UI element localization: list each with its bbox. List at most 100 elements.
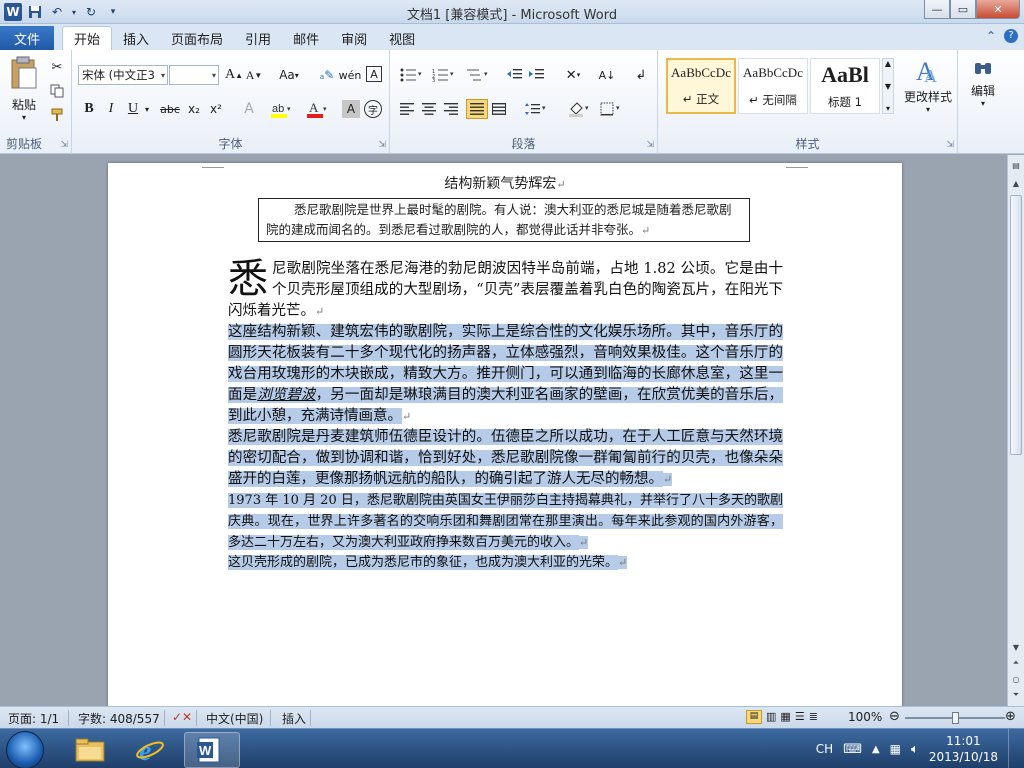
tab-references[interactable]: 引用 bbox=[234, 26, 282, 50]
zoom-slider-knob[interactable] bbox=[952, 712, 959, 724]
copy-icon[interactable] bbox=[48, 82, 66, 100]
page-count[interactable]: 页面: 1/1 bbox=[8, 710, 59, 727]
previous-page-icon[interactable]: ⏶ bbox=[1010, 657, 1022, 669]
change-case-button[interactable]: Aa ▾ bbox=[276, 66, 302, 84]
decrease-indent-icon[interactable] bbox=[506, 66, 524, 84]
italic-button[interactable]: I bbox=[102, 100, 120, 118]
zoom-in-icon[interactable]: ⊕ bbox=[1005, 709, 1016, 724]
align-right-icon[interactable] bbox=[442, 100, 460, 118]
explorer-icon[interactable] bbox=[62, 732, 118, 768]
editing-dropdown-icon[interactable]: ▾ bbox=[981, 99, 985, 108]
web-layout-view-icon[interactable]: ▦ bbox=[780, 710, 790, 724]
clipboard-launcher-icon[interactable]: ⇲ bbox=[60, 140, 68, 150]
font-name-dropdown-icon[interactable]: ▾ bbox=[161, 71, 165, 80]
clear-formatting-icon[interactable]: ₐ✎ bbox=[318, 66, 336, 84]
sort-icon[interactable]: A↓ bbox=[598, 66, 616, 84]
word-count[interactable]: 字数: 408/557 bbox=[78, 710, 160, 727]
tab-insert[interactable]: 插入 bbox=[112, 26, 160, 50]
underline-button[interactable]: U bbox=[124, 100, 142, 118]
font-size-dropdown-icon[interactable]: ▾ bbox=[212, 71, 216, 80]
proofing-icon[interactable]: ✓✕ bbox=[172, 710, 192, 724]
style-no-spacing[interactable]: AaBbCcDc ↵ 无间隔 bbox=[738, 58, 808, 114]
scroll-thumb[interactable] bbox=[1010, 195, 1022, 455]
zoom-slider[interactable] bbox=[905, 712, 1005, 724]
align-left-icon[interactable] bbox=[398, 100, 416, 118]
volume-icon[interactable]: 🔈︎ bbox=[911, 742, 919, 757]
scroll-up-icon[interactable]: ▲ bbox=[1010, 177, 1022, 189]
start-button[interactable] bbox=[6, 731, 44, 768]
minimize-button[interactable]: — bbox=[924, 0, 950, 19]
underline-dropdown-icon[interactable]: ▾ bbox=[142, 100, 152, 118]
style-heading-1[interactable]: AaBl 标题 1 bbox=[810, 58, 880, 114]
change-styles-button[interactable]: AA 更改样式 ▾ bbox=[898, 56, 958, 114]
character-border-icon[interactable]: A bbox=[366, 66, 382, 82]
align-center-icon[interactable] bbox=[420, 100, 438, 118]
styles-launcher-icon[interactable]: ⇲ bbox=[946, 140, 954, 150]
save-icon[interactable] bbox=[26, 4, 44, 21]
tab-review[interactable]: 审阅 bbox=[330, 26, 378, 50]
draft-view-icon[interactable]: ≣ bbox=[809, 710, 818, 724]
increase-indent-icon[interactable] bbox=[528, 66, 546, 84]
format-painter-icon[interactable] bbox=[48, 106, 66, 124]
scroll-down-icon[interactable]: ▼ bbox=[1010, 641, 1022, 653]
undo-icon[interactable]: ↶ bbox=[48, 4, 66, 21]
tab-home[interactable]: 开始 bbox=[62, 26, 113, 50]
font-name-combo[interactable]: 宋体 (中文正3 ▾ bbox=[78, 65, 168, 85]
ruler-toggle-icon[interactable]: ▤ bbox=[1010, 159, 1022, 171]
customize-qat-icon[interactable]: ▾ bbox=[104, 4, 122, 21]
zoom-level[interactable]: 100% bbox=[848, 710, 882, 724]
shrink-font-button[interactable]: A ▼ bbox=[245, 66, 263, 84]
grow-font-button[interactable]: A ▲ bbox=[225, 66, 243, 84]
redo-icon[interactable]: ↻ bbox=[82, 4, 100, 21]
multilevel-list-icon[interactable]: ▾ bbox=[464, 66, 492, 84]
next-page-icon[interactable]: ⏷ bbox=[1010, 689, 1022, 701]
print-layout-view-icon[interactable]: ▤ bbox=[746, 710, 762, 724]
tab-page-layout[interactable]: 页面布局 bbox=[160, 26, 234, 50]
tab-view[interactable]: 视图 bbox=[378, 26, 426, 50]
keyboard-icon[interactable]: ⌨ bbox=[843, 742, 862, 757]
styles-down-icon[interactable]: ▼ bbox=[885, 82, 891, 91]
cut-icon[interactable]: ✂ bbox=[48, 58, 66, 76]
insert-mode-indicator[interactable]: 插入 bbox=[282, 710, 306, 727]
tab-mailings[interactable]: 邮件 bbox=[282, 26, 330, 50]
font-launcher-icon[interactable]: ⇲ bbox=[378, 140, 386, 150]
font-color-icon[interactable]: A ▾ bbox=[304, 100, 330, 118]
maximize-button[interactable]: ▭ bbox=[950, 0, 976, 19]
style-normal[interactable]: AaBbCcDc ↵ 正文 bbox=[666, 58, 736, 114]
select-browse-object-icon[interactable]: ○ bbox=[1010, 673, 1022, 685]
language-indicator[interactable]: 中文(中国) bbox=[206, 710, 263, 727]
chinese-layout-icon[interactable]: ✕ ▾ bbox=[560, 66, 586, 84]
paragraph-launcher-icon[interactable]: ⇲ bbox=[646, 140, 654, 150]
highlight-color-icon[interactable]: ab ▾ bbox=[268, 100, 294, 118]
network-icon[interactable]: ▦ bbox=[890, 742, 901, 756]
borders-icon[interactable]: ▾ bbox=[598, 100, 626, 118]
paste-dropdown-icon[interactable]: ▾ bbox=[22, 113, 26, 122]
clock[interactable]: 11:01 2013/10/18 bbox=[929, 733, 998, 765]
shading-icon[interactable]: ▾ bbox=[566, 100, 594, 118]
enclose-characters-icon[interactable]: 字 bbox=[364, 100, 382, 118]
styles-scroll[interactable]: ▲ ▼ ▾ bbox=[882, 58, 894, 114]
line-spacing-icon[interactable]: ▾ bbox=[522, 100, 550, 118]
intro-textbox[interactable]: 悉尼歌剧院是世界上最时髦的剧院。有人说：澳大利亚的悉尼城是随着悉尼歌剧院的建成而… bbox=[258, 198, 750, 242]
styles-up-icon[interactable]: ▲ bbox=[885, 59, 891, 68]
styles-more-icon[interactable]: ▾ bbox=[886, 104, 890, 113]
superscript-button[interactable]: x² bbox=[206, 100, 226, 118]
phonetic-guide-icon[interactable]: wén bbox=[339, 66, 362, 84]
vertical-scrollbar[interactable]: ▤ ▲ ▼ ⏶ ○ ⏷ bbox=[1007, 155, 1024, 706]
full-screen-reading-view-icon[interactable]: ▥ bbox=[766, 710, 776, 724]
word-taskbar-icon[interactable]: W bbox=[184, 732, 240, 768]
document-page[interactable]: 结构新颖气势辉宏↵ 悉尼歌剧院是世界上最时髦的剧院。有人说：澳大利亚的悉尼城是随… bbox=[108, 163, 902, 706]
show-desktop-button[interactable] bbox=[1008, 729, 1020, 768]
text-effects-icon[interactable]: A bbox=[238, 100, 260, 118]
numbering-icon[interactable]: 1 2 3 ▾ bbox=[430, 66, 458, 84]
show-hidden-icons-icon[interactable]: ▲ bbox=[872, 744, 880, 755]
editing-button[interactable]: 编辑 ▾ bbox=[964, 60, 1002, 108]
bullets-icon[interactable]: ▾ bbox=[398, 66, 426, 84]
distributed-icon[interactable] bbox=[490, 100, 508, 118]
help-icon[interactable]: ? bbox=[1004, 29, 1018, 43]
close-button[interactable]: ✕ bbox=[976, 0, 1020, 19]
change-styles-dropdown-icon[interactable]: ▾ bbox=[926, 105, 930, 114]
minimize-ribbon-icon[interactable]: ⌃ bbox=[986, 29, 996, 43]
word-app-icon[interactable]: W bbox=[4, 3, 22, 21]
paste-button[interactable]: 粘贴 ▾ bbox=[6, 56, 42, 122]
